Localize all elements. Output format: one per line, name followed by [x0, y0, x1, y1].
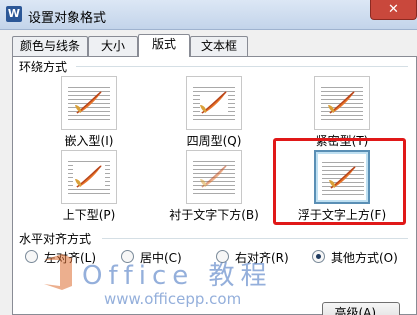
pen-icon	[200, 165, 227, 188]
wrap-group-title: 环绕方式	[19, 58, 72, 75]
pen-icon	[200, 91, 228, 114]
title-bar: W 设置对象格式 ✕	[0, 0, 417, 30]
align-other-label: 其他方式(O)	[331, 251, 398, 265]
wrap-group-divider	[76, 66, 408, 67]
tab-textbox[interactable]: 文本框	[190, 36, 248, 56]
wrap-square-button[interactable]	[186, 76, 242, 130]
watermark-url: www.officepp.com	[104, 290, 242, 308]
align-group-title: 水平对齐方式	[19, 230, 96, 247]
watermark-text: Office 教程	[82, 261, 273, 291]
close-button[interactable]: ✕	[370, 0, 417, 20]
wrap-top-bottom-button[interactable]	[61, 150, 117, 204]
wrap-square-label: 四周型(Q)	[186, 134, 242, 148]
align-group-divider	[102, 238, 408, 239]
align-other-radio[interactable]	[312, 250, 325, 263]
highlight-annotation-box	[273, 138, 406, 225]
wrap-tight-button[interactable]	[314, 76, 370, 130]
wrap-behind-text-button[interactable]	[186, 150, 242, 204]
pen-icon	[75, 91, 102, 114]
tab-size[interactable]: 大小	[88, 36, 138, 56]
wrap-behind-text-label: 衬于文字下方(B)	[169, 208, 259, 222]
pen-icon	[73, 165, 105, 189]
pen-icon	[328, 91, 355, 114]
wps-app-icon: W	[6, 6, 22, 22]
wrap-inline-label: 嵌入型(I)	[64, 134, 114, 148]
align-left-radio[interactable]	[25, 250, 38, 263]
wrap-inline-button[interactable]	[61, 76, 117, 130]
wrap-top-bottom-label: 上下型(P)	[62, 208, 116, 222]
tab-color-lines[interactable]: 颜色与线条	[12, 36, 88, 56]
advanced-button[interactable]: 高级(A)...	[322, 302, 400, 315]
office-logo-watermark-icon	[44, 254, 72, 290]
window-title: 设置对象格式	[28, 11, 107, 26]
tab-layout[interactable]: 版式	[138, 34, 190, 57]
